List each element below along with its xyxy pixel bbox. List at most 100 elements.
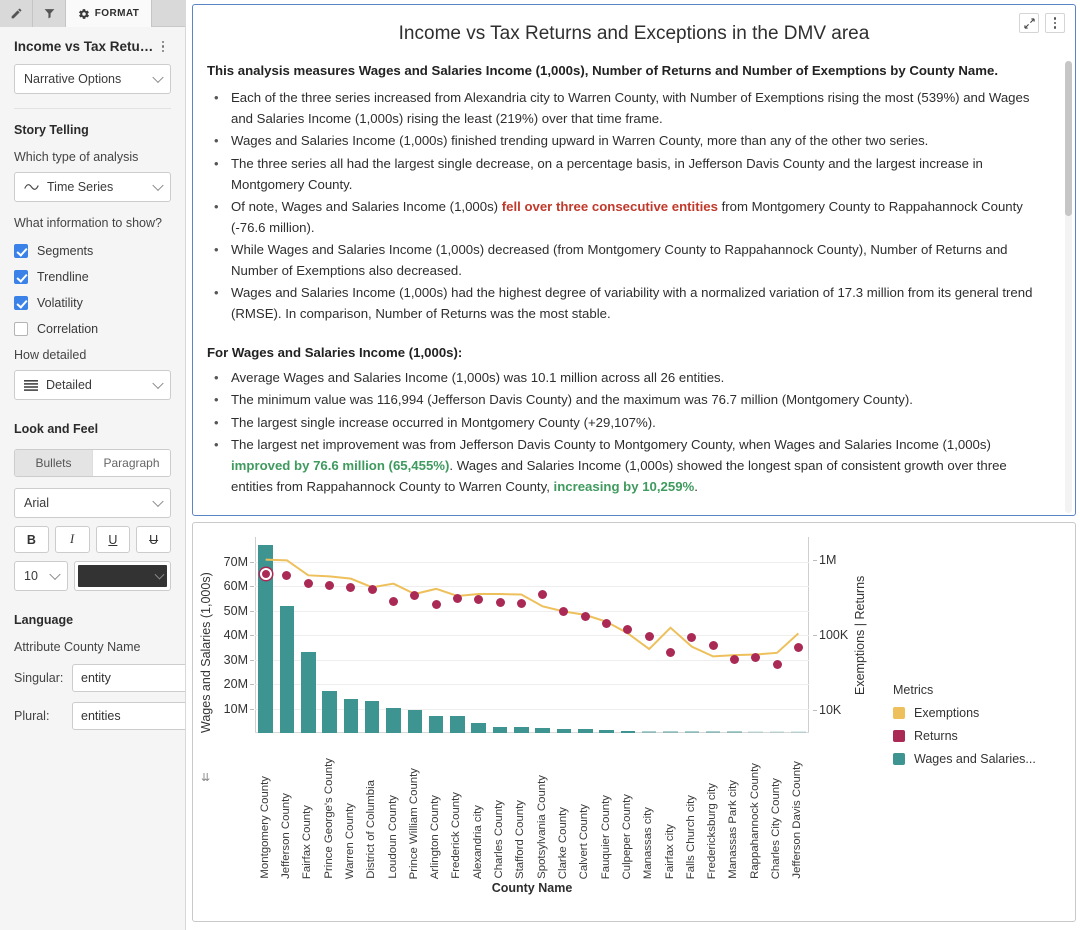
wave-icon — [24, 182, 39, 192]
plural-label: Plural: — [14, 709, 50, 723]
chart-point[interactable] — [452, 594, 462, 604]
scrollbar-thumb[interactable] — [1065, 61, 1072, 216]
narrative-options-select[interactable]: Narrative Options — [14, 64, 171, 94]
chart-point[interactable] — [431, 599, 441, 609]
x-axis-tick-label: Warren County — [343, 802, 356, 879]
analysis-type-select[interactable]: Time Series — [14, 172, 171, 202]
bullet-text: Wages and Salaries Income (1,000s) finis… — [231, 133, 929, 149]
chart-point[interactable] — [389, 596, 398, 606]
plural-row: Plural: — [14, 702, 185, 730]
narrative-bullet: While Wages and Salaries Income (1,000s)… — [214, 240, 1049, 281]
x-axis-tick-label: Fairfax city — [663, 823, 676, 879]
sort-icon[interactable]: ⇊ — [201, 771, 210, 784]
bullet-text: Wages and Salaries Income (1,000s) had t… — [231, 285, 1033, 322]
highlighted-text: improved by 76.6 million (65,455%) — [231, 458, 450, 474]
bullet-text: Each of the three series increased from … — [231, 90, 1030, 126]
font-color-select[interactable] — [74, 561, 171, 591]
underline-button[interactable]: U — [95, 526, 131, 553]
pencil-icon — [10, 7, 23, 20]
panel-title: Income vs Tax Retur... — [14, 39, 154, 54]
chart-plot-area[interactable]: 10M 20M 30M 40M 50M 60M 70M — [224, 537, 809, 733]
singular-input[interactable] — [72, 664, 185, 692]
y-axis-tick-left: 20M — [223, 677, 255, 691]
legend-item-exemptions[interactable]: Exemptions — [893, 706, 1036, 720]
narrative-body[interactable]: This analysis measures Wages and Salarie… — [193, 51, 1075, 506]
tab-filter[interactable] — [33, 0, 66, 27]
legend-label: Exemptions — [914, 706, 980, 720]
how-detailed-select[interactable]: Detailed — [14, 370, 171, 400]
checkbox-segments[interactable]: Segments — [14, 244, 171, 258]
bullet-text: While Wages and Salaries Income (1,000s)… — [231, 242, 1008, 278]
format-mode-bullets[interactable]: Bullets — [15, 450, 92, 476]
app-root: FORMAT Income vs Tax Retur... Narrative … — [0, 0, 1080, 930]
x-axis-title: County Name — [491, 881, 573, 895]
format-mode-paragraph[interactable]: Paragraph — [92, 450, 170, 476]
strikethrough-button[interactable]: U — [136, 526, 171, 553]
chart-point[interactable] — [772, 660, 782, 670]
x-axis-tick-label: Fauquier County — [599, 794, 612, 879]
checkbox-correlation[interactable]: Correlation — [14, 322, 171, 336]
panel-menu-icon[interactable] — [155, 40, 171, 53]
sidebar-body: Income vs Tax Retur... Narrative Options… — [0, 27, 185, 930]
x-axis-tick-label: Arlington County — [429, 794, 442, 879]
bold-button[interactable]: B — [14, 526, 49, 553]
chart-point[interactable] — [495, 598, 505, 607]
how-detailed-label: How detailed — [14, 348, 87, 362]
narrative-bullet: Wages and Salaries Income (1,000s) had t… — [214, 283, 1049, 324]
bullet-text: The largest net improvement was from Jef… — [231, 437, 991, 453]
chart-point[interactable] — [325, 580, 335, 590]
checkbox-trendline[interactable]: Trendline — [14, 270, 171, 284]
chart-point[interactable] — [303, 579, 313, 589]
chart-point[interactable] — [367, 585, 377, 595]
chevron-down-icon — [49, 568, 61, 581]
narrative-section-heading: For Wages and Salaries Income (1,000s): — [207, 344, 463, 360]
bullet-text: The largest single increase occurred in … — [231, 414, 656, 430]
x-axis-labels: Montgomery County Jefferson County Fairfax… — [255, 739, 809, 879]
panel-actions — [1019, 13, 1065, 33]
tab-format[interactable]: FORMAT — [66, 0, 152, 27]
format-sidebar: FORMAT Income vs Tax Retur... Narrative … — [0, 0, 186, 930]
legend-item-returns[interactable]: Returns — [893, 729, 1036, 743]
plural-input[interactable] — [72, 702, 185, 730]
narrative-title: Income vs Tax Returns and Exceptions in … — [398, 23, 870, 44]
chart-point[interactable] — [793, 643, 803, 653]
narrative-bullet: The minimum value was 116,994 (Jefferson… — [214, 390, 1049, 411]
x-axis-tick-label: Jefferson Davis County — [791, 761, 804, 879]
main-content: Income vs Tax Returns and Exceptions in … — [186, 0, 1080, 930]
bullet-text: Average Wages and Salaries Income (1,000… — [231, 369, 725, 385]
font-size-select[interactable]: 10 — [14, 561, 68, 591]
y-axis-tick-right: 100K — [812, 628, 849, 642]
legend-swatch — [893, 753, 905, 765]
chart-point[interactable] — [729, 654, 739, 664]
chart-point-selected[interactable] — [259, 568, 272, 581]
italic-button[interactable]: I — [54, 526, 90, 553]
legend-swatch — [893, 730, 905, 742]
tab-pencil[interactable] — [0, 0, 33, 27]
chart-point[interactable] — [516, 598, 526, 608]
narrative-scrollbar[interactable] — [1065, 61, 1072, 513]
more-menu-icon[interactable] — [1045, 13, 1065, 33]
x-axis-tick-label: Manassas Park city — [727, 780, 740, 879]
narrative-bullet: Wages and Salaries Income (1,000s) finis… — [214, 131, 1049, 152]
analysis-type-label: Which type of analysis — [14, 150, 139, 164]
chart-point[interactable] — [708, 640, 718, 650]
font-family-select[interactable]: Arial — [14, 488, 171, 518]
chart-point[interactable] — [580, 612, 590, 622]
bullet-text: Of note, Wages and Salaries Income (1,00… — [231, 199, 502, 215]
checkbox-label: Correlation — [37, 322, 99, 336]
x-axis-tick-label: Clarke County — [556, 806, 569, 879]
y-axis-tick-left: 40M — [223, 628, 255, 642]
checkbox-icon — [14, 322, 28, 336]
font-family-value: Arial — [24, 496, 50, 510]
chart-point[interactable] — [538, 589, 548, 599]
x-axis-tick-label: Fairfax County — [301, 804, 314, 879]
expand-icon[interactable] — [1019, 13, 1039, 33]
chart-point[interactable] — [644, 632, 654, 642]
y-axis-tick-left: 50M — [223, 603, 255, 618]
checkbox-volatility[interactable]: Volatility — [14, 296, 171, 310]
x-axis-tick-label: Alexandria city — [471, 804, 484, 879]
legend-item-wages[interactable]: Wages and Salaries... — [893, 752, 1036, 766]
chart-point[interactable] — [623, 624, 633, 634]
tab-format-label: FORMAT — [94, 8, 140, 19]
bullet-text: The minimum value was 116,994 (Jefferson… — [231, 392, 913, 408]
